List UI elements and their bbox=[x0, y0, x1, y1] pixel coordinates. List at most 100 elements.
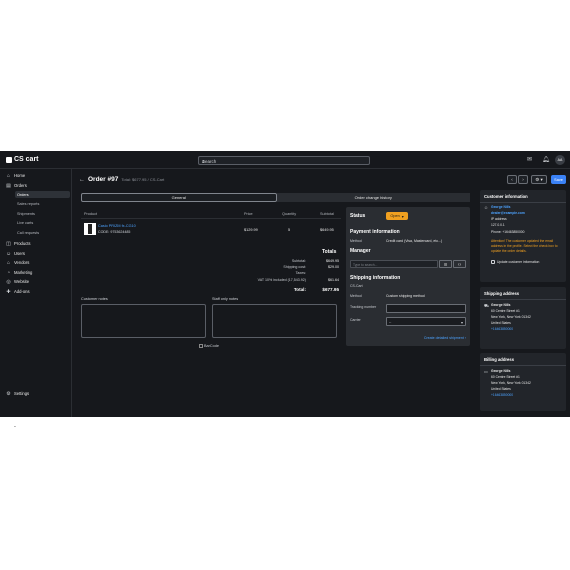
sidebar-item-label: Users bbox=[14, 251, 25, 256]
billing-address-card: Billing address ▭ George Nills 60 Centre… bbox=[480, 353, 566, 411]
search-icon[interactable]: ⌕ bbox=[202, 159, 366, 165]
divider bbox=[480, 365, 566, 366]
status-dropdown[interactable]: Open ▾ bbox=[386, 212, 408, 220]
tracking-number-input[interactable] bbox=[386, 304, 466, 313]
home-icon: ⌂ bbox=[6, 172, 11, 179]
customer-email-link[interactable]: dealer@example.com bbox=[491, 211, 525, 215]
user-icon[interactable]: ⚇ bbox=[453, 260, 466, 268]
shipping-address-title: Shipping address bbox=[484, 291, 520, 296]
list-icon[interactable]: ☰ bbox=[439, 260, 452, 268]
billing-city: New York, New York 01342 bbox=[491, 381, 531, 385]
page-subtitle: Total: $677.95 / CS-Cart bbox=[121, 177, 165, 182]
shipping-name: George Nills bbox=[491, 303, 511, 307]
column-header-product: Product bbox=[84, 212, 98, 216]
sidebar: ⌂ Home ▤ Orders Orders Sales reports Shi… bbox=[0, 169, 72, 434]
staff-notes-field[interactable] bbox=[212, 304, 337, 338]
product-subtotal: $649.95 bbox=[320, 228, 334, 232]
sidebar-item-products[interactable]: ◫ Products bbox=[6, 240, 30, 247]
payment-title: Payment information bbox=[350, 229, 400, 235]
barcode-image: BarCode bbox=[199, 344, 219, 348]
sidebar-item-addons[interactable]: ✚ Add-ons bbox=[6, 288, 30, 295]
sidebar-item-label: Home bbox=[14, 173, 26, 178]
sidebar-item-label: Orders bbox=[14, 183, 27, 188]
gear-icon: ⚙ bbox=[6, 390, 11, 397]
sidebar-item-orders[interactable]: ▤ Orders bbox=[6, 182, 27, 189]
divider bbox=[480, 299, 566, 300]
sidebar-item-marketing[interactable]: ◔ Marketing bbox=[6, 269, 32, 276]
shipping-cost-label: Shipping cost: bbox=[283, 265, 306, 269]
status-title: Status bbox=[350, 213, 366, 219]
product-quantity: 5 bbox=[288, 228, 291, 232]
payment-method-value: Credit card (Visa, Mastercard, etc...) bbox=[386, 239, 443, 243]
main-content: ← Order #97 Total: $677.95 / CS-Cart Gen… bbox=[72, 169, 477, 417]
promo-badge[interactable]: ● bbox=[8, 420, 22, 434]
checkbox-icon bbox=[491, 260, 495, 264]
email-update-warning: Attention! The customer updated the emai… bbox=[491, 239, 558, 253]
billing-phone[interactable]: +16463850000 bbox=[491, 393, 513, 397]
credit-card-icon: ▭ bbox=[484, 369, 488, 374]
carrier-select[interactable]: -- ▾ bbox=[386, 317, 466, 326]
next-order-button[interactable]: › bbox=[518, 175, 528, 184]
column-header-quantity: Quantity bbox=[282, 212, 297, 216]
marketing-icon: ◔ bbox=[6, 269, 11, 276]
sidebar-item-home[interactable]: ⌂ Home bbox=[6, 172, 25, 179]
chat-icon[interactable]: ✉ bbox=[527, 156, 532, 163]
sidebar-subitem-live-carts[interactable]: Live carts bbox=[17, 221, 33, 225]
shipping-street: 60 Centre Street #1 bbox=[491, 309, 520, 313]
customer-notes-label: Customer notes bbox=[81, 297, 108, 301]
shipping-info-title: Shipping information bbox=[350, 275, 401, 281]
sidebar-subitem-call-requests[interactable]: Call requests bbox=[17, 231, 39, 235]
ip-label: IP address bbox=[491, 217, 507, 221]
logo[interactable]: CS cart bbox=[6, 156, 39, 163]
addons-icon: ✚ bbox=[6, 288, 11, 295]
product-price: $129.99 bbox=[244, 228, 258, 232]
top-bar: CS cart Search ⌕ ✉ 🔔︎ AA bbox=[0, 151, 570, 169]
user-icon: ☺ bbox=[484, 205, 489, 210]
product-name-link[interactable]: Casio PRIZM fx-CG10 bbox=[98, 224, 136, 228]
vendors-icon: ⌂ bbox=[6, 259, 11, 266]
taxes-label: Taxes: bbox=[295, 271, 306, 275]
tab-order-change-history[interactable]: Order change history bbox=[276, 193, 470, 202]
billing-country: United States bbox=[491, 387, 511, 391]
avatar[interactable]: AA bbox=[555, 155, 565, 165]
total-value: $677.95 bbox=[322, 287, 339, 292]
customer-name-link[interactable]: George Nills bbox=[491, 205, 510, 209]
sidebar-item-website[interactable]: ◎ Website bbox=[6, 278, 29, 285]
users-icon: ☺ bbox=[6, 250, 12, 257]
subtotal-label: Subtotal: bbox=[291, 259, 306, 263]
product-code: CODE: 9753624485 bbox=[98, 230, 131, 234]
sidebar-subitem-shipments[interactable]: Shipments bbox=[17, 212, 35, 216]
carrier-label: Carrier bbox=[350, 318, 361, 322]
save-button[interactable]: Save bbox=[551, 175, 566, 184]
broken-image-icon bbox=[199, 344, 203, 348]
manager-search-input[interactable]: Type to search... bbox=[350, 260, 438, 268]
tab-general[interactable]: General bbox=[81, 193, 277, 202]
sidebar-subitem-sales-reports[interactable]: Sales reports bbox=[17, 202, 39, 206]
back-arrow-icon[interactable]: ← bbox=[79, 177, 85, 183]
settings-dropdown-button[interactable]: ⚙ ▾ bbox=[531, 175, 547, 184]
orders-icon: ▤ bbox=[6, 182, 11, 189]
sidebar-item-label: Add-ons bbox=[14, 289, 30, 294]
sidebar-item-label: Settings bbox=[14, 391, 30, 396]
update-customer-checkbox[interactable]: Update customer information bbox=[491, 260, 539, 264]
chevron-down-icon: ▾ bbox=[401, 214, 404, 219]
shipping-phone[interactable]: +16463850000 bbox=[491, 327, 513, 331]
billing-name: George Nills bbox=[491, 369, 511, 373]
create-shipment-link[interactable]: Create detailed shipment › bbox=[424, 336, 466, 340]
barcode-alt-text: BarCode bbox=[204, 344, 219, 348]
prev-order-button[interactable]: ‹ bbox=[507, 175, 517, 184]
sidebar-item-settings[interactable]: ⚙ Settings bbox=[6, 390, 29, 397]
sidebar-item-label: Vendors bbox=[14, 260, 30, 265]
shipping-company: CS-Cart bbox=[350, 284, 363, 288]
bell-icon[interactable]: 🔔︎ bbox=[542, 156, 550, 163]
product-thumbnail[interactable] bbox=[84, 223, 96, 235]
divider bbox=[81, 218, 341, 219]
sidebar-item-users[interactable]: ☺ Users bbox=[6, 250, 25, 257]
sidebar-subitem-orders[interactable]: Orders bbox=[15, 191, 70, 198]
vat-value: $61.64 bbox=[328, 278, 339, 282]
customer-notes-field[interactable] bbox=[81, 304, 206, 338]
carrier-value: -- bbox=[389, 320, 392, 324]
search-input[interactable]: Search ⌕ bbox=[198, 156, 370, 165]
website-icon: ◎ bbox=[6, 278, 11, 285]
sidebar-item-vendors[interactable]: ⌂ Vendors bbox=[6, 259, 29, 266]
